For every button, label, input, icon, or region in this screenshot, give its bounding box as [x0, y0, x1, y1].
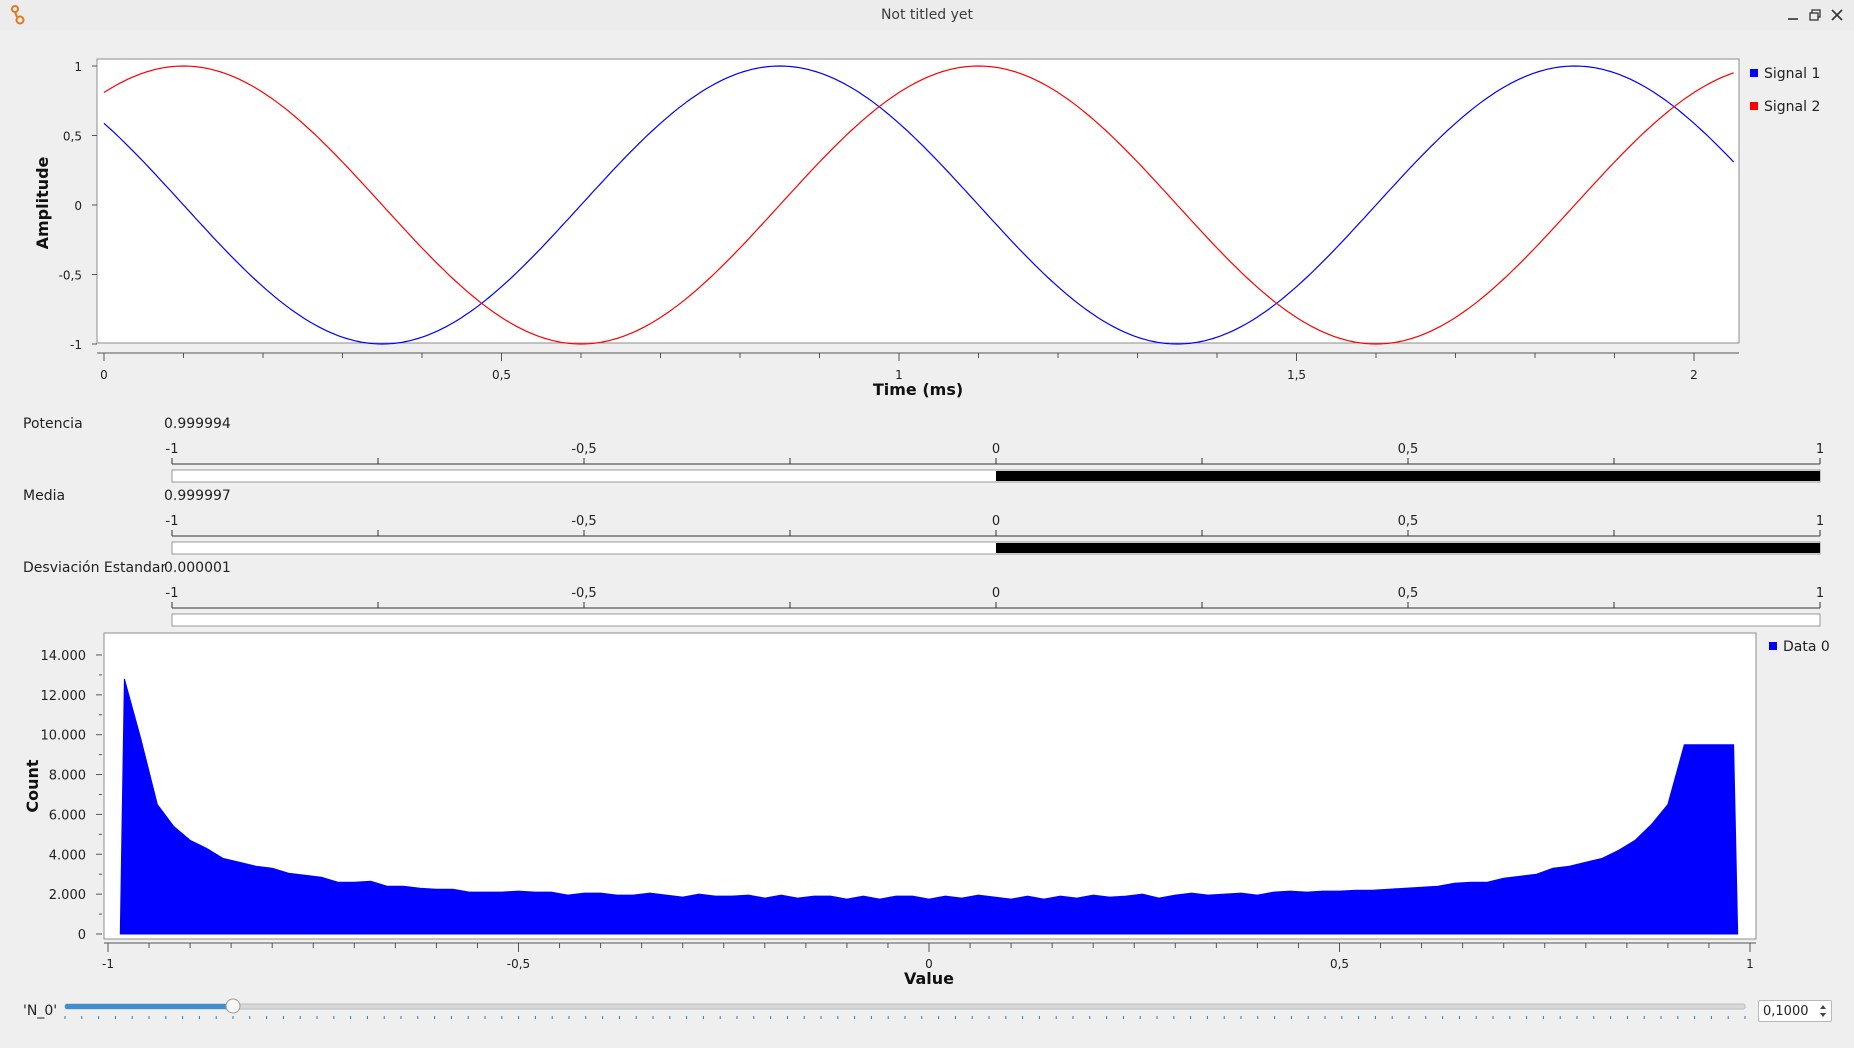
title-bar: Not titled yet — [0, 0, 1854, 30]
time-xtick-label: 0,5 — [492, 368, 511, 382]
time-xtick-label: 1,5 — [1287, 368, 1306, 382]
gauge-tick-label-desviaci-n-estandar: 1 — [1816, 586, 1824, 601]
hist-xtick-label: -1 — [102, 957, 114, 971]
gauge-fill-media — [996, 543, 1820, 553]
time-ytick-label: 0 — [74, 199, 82, 213]
n0-slider-row: 'N_0' — [0, 990, 1854, 1030]
gauge-tick-label-potencia: 1 — [1816, 442, 1824, 457]
hist-ytick-label: 10.000 — [41, 729, 87, 744]
hist-xtick-label: -0,5 — [507, 957, 530, 971]
time-plot-ylabel: Amplitude — [33, 156, 52, 249]
time-domain-plot[interactable]: 10,50-0,5-1 0 0,5 1 1,5 2 Amplitude Time (ms… — [0, 30, 1854, 410]
gauge-scales: -1 -0,5 0 0,5 1 -1 -0,5 0 0,5 1 -1 -0,5 0 0,5 1 — [166, 442, 1824, 627]
slider-track[interactable] — [64, 1003, 1746, 1010]
time-plot-canvas — [96, 58, 1740, 344]
hist-ytick-label: 0 — [78, 928, 86, 943]
n0-slider[interactable] — [0, 990, 1760, 1030]
legend-data-0[interactable]: Data 0 — [1783, 639, 1830, 655]
minimize-icon[interactable] — [1784, 6, 1802, 24]
hist-ytick-label: 8.000 — [49, 769, 86, 784]
slider-fill — [65, 1004, 233, 1009]
gauge-fill-potencia — [996, 471, 1820, 481]
n0-spinbox[interactable]: 0,1000 — [1758, 1000, 1832, 1022]
gauge-tick-label-media: -1 — [166, 514, 179, 529]
legend-signal-2[interactable]: Signal 2 — [1764, 99, 1820, 115]
histogram-xlabel: Value — [904, 969, 954, 988]
spin-down-icon[interactable] — [1820, 1013, 1826, 1017]
window-title: Not titled yet — [880, 7, 974, 23]
histogram-ylabel: Count — [23, 759, 42, 813]
hist-ytick-label: 14.000 — [41, 649, 87, 664]
close-icon[interactable] — [1828, 6, 1846, 24]
hist-xtick-label: 1 — [1746, 957, 1754, 971]
maximize-icon[interactable] — [1806, 6, 1824, 24]
histogram-plot[interactable]: 14.00012.00010.0008.0006.0004.0002.0000 … — [0, 628, 1854, 990]
gauge-tick-label-media: 0,5 — [1398, 514, 1419, 529]
legend-swatch-data-0 — [1769, 642, 1777, 650]
n0-spinbox-value[interactable]: 0,1000 — [1763, 1004, 1809, 1019]
legend-swatch-signal-2 — [1750, 102, 1758, 110]
gauge-tick-label-media: 1 — [1816, 514, 1824, 529]
gauge-tick-label-desviaci-n-estandar: -1 — [166, 586, 179, 601]
slider-handle[interactable] — [225, 998, 241, 1014]
hist-ytick-label: 2.000 — [49, 888, 86, 903]
gauge-tick-label-potencia: -1 — [166, 442, 179, 457]
time-plot-xlabel: Time (ms) — [873, 380, 963, 399]
gauge-tick-label-media: 0 — [992, 514, 1000, 529]
gauge-tick-label-potencia: 0 — [992, 442, 1000, 457]
time-plot-legend: Signal 1 Signal 2 — [1750, 66, 1820, 115]
gauge-tick-label-desviaci-n-estandar: 0 — [992, 586, 1000, 601]
gauge-tick-label-potencia: 0,5 — [1398, 442, 1419, 457]
hist-ytick-label: 6.000 — [49, 808, 86, 823]
time-ytick-label: 1 — [74, 60, 82, 74]
time-ytick-label: -1 — [70, 338, 82, 352]
hist-ytick-label: 12.000 — [41, 689, 87, 704]
spin-up-icon[interactable] — [1820, 1005, 1826, 1009]
time-xtick-label: 2 — [1690, 368, 1698, 382]
histogram-legend: Data 0 — [1769, 639, 1830, 655]
time-xtick-label: 0 — [100, 368, 108, 382]
hist-xtick-label: 0,5 — [1330, 957, 1349, 971]
legend-signal-1[interactable]: Signal 1 — [1764, 66, 1820, 82]
time-ytick-label: 0,5 — [63, 130, 82, 144]
gauge-tick-label-desviaci-n-estandar: -0,5 — [571, 586, 596, 601]
gauge-tick-label-potencia: -0,5 — [571, 442, 596, 457]
legend-swatch-signal-1 — [1750, 69, 1758, 77]
hist-ytick-label: 4.000 — [49, 848, 86, 863]
gauge-tick-label-media: -0,5 — [571, 514, 596, 529]
time-ytick-label: -0,5 — [59, 269, 82, 283]
gauge-tick-label-desviaci-n-estandar: 0,5 — [1398, 586, 1419, 601]
